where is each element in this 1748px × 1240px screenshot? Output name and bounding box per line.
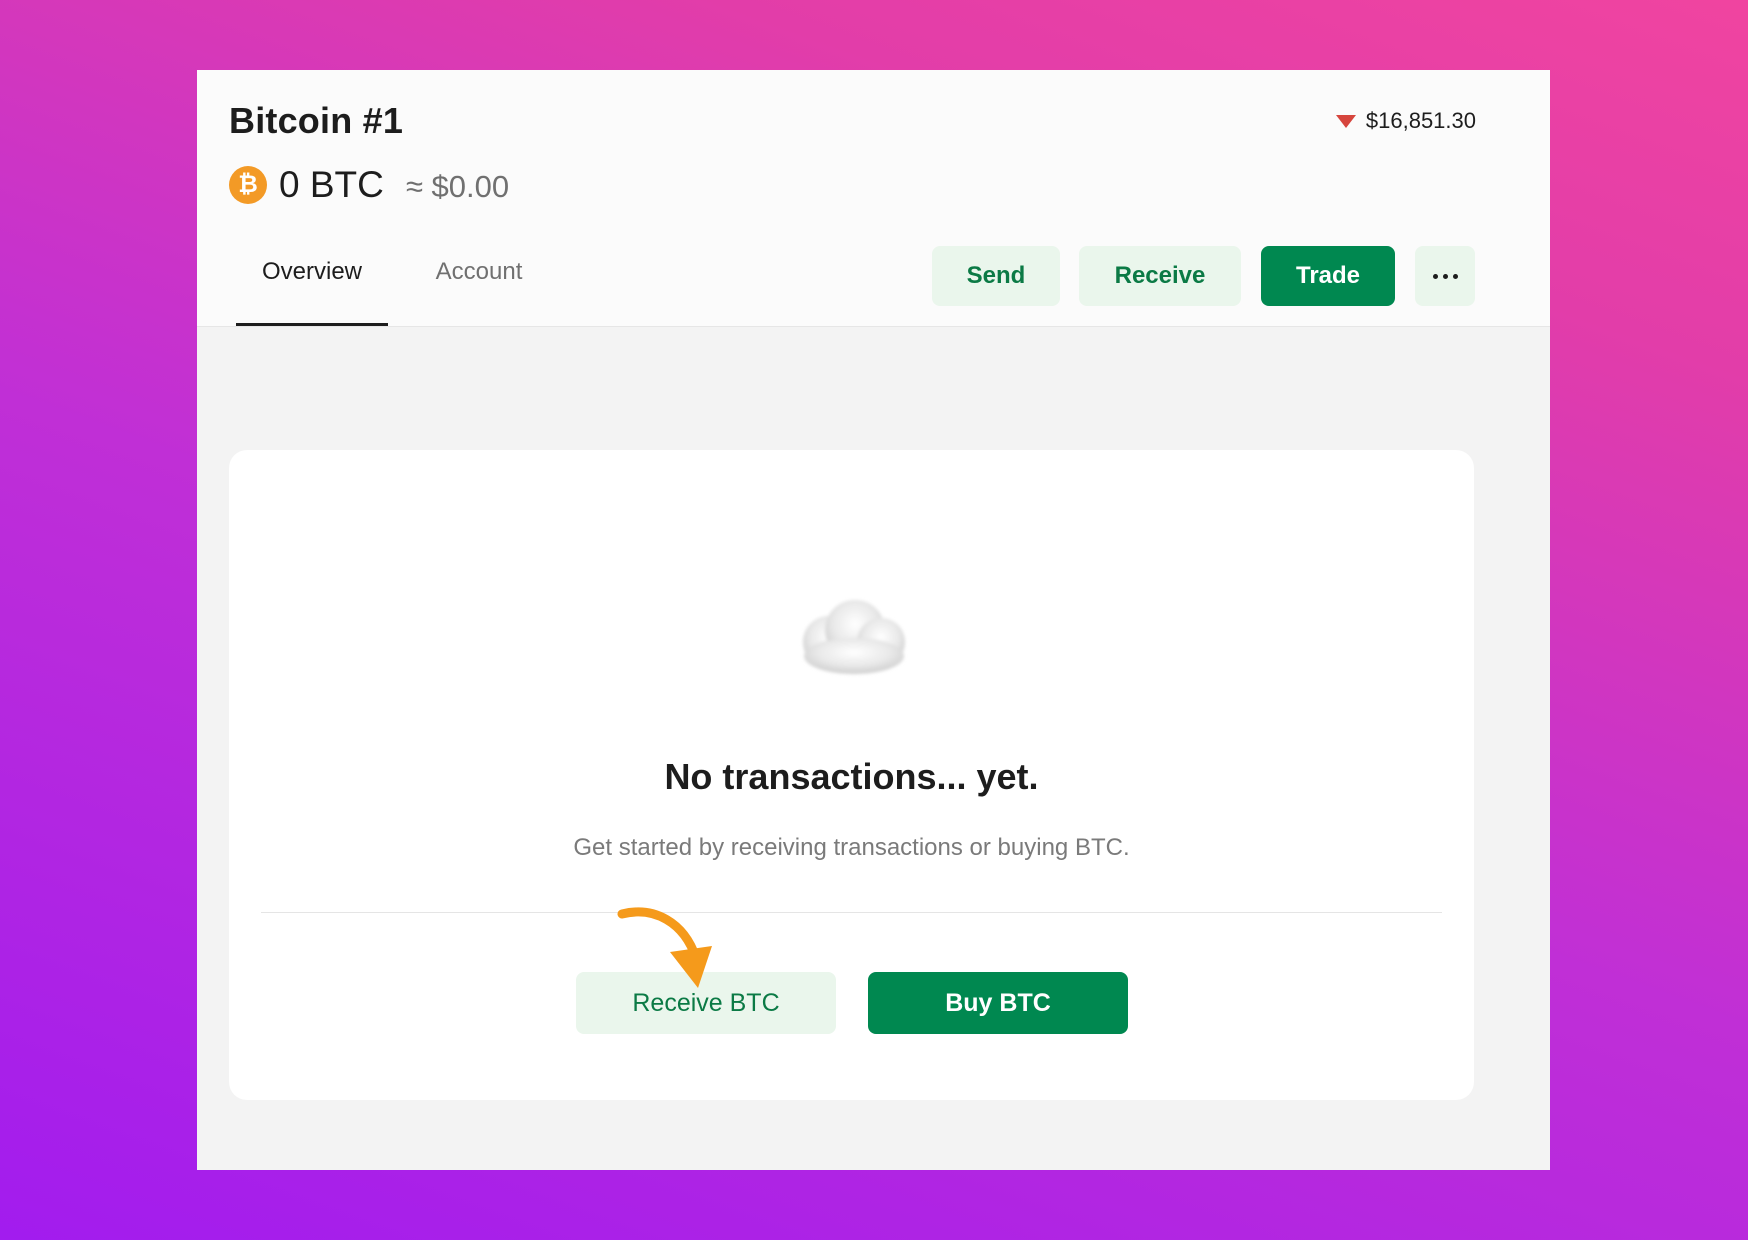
price-value: $16,851.30 [1365,108,1476,133]
tab-bar: Overview Account [236,256,554,326]
balance-fiat: ≈ $0.00 [405,169,510,204]
empty-state-title: No transactions... yet. [664,756,1039,797]
arrow-icon [617,907,712,988]
send-button[interactable]: Send [932,246,1060,306]
cloud-icon [803,600,905,674]
more-horizontal-icon [1432,273,1458,279]
wallet-title: Bitcoin #1 [229,100,404,141]
trade-button[interactable]: Trade [1261,246,1395,306]
balance-btc: 0 BTC [279,164,384,205]
price-ticker: $16,851.30 [1335,108,1476,134]
tab-account[interactable]: Account [404,256,554,326]
tab-overview[interactable]: Overview [236,256,388,326]
balance-row: ₿ 0 BTC ≈ $0.00 [229,164,509,206]
empty-state-subtitle: Get started by receiving transactions or… [573,834,1130,861]
divider [261,912,1442,913]
triangle-down-icon [1335,114,1356,128]
action-bar: Send Receive Trade [932,246,1475,306]
wallet-header: Bitcoin #1 $16,851.30 ₿ 0 BTC ≈ $0.00 Ov… [197,70,1550,327]
bitcoin-icon: ₿ [229,166,267,204]
receive-button[interactable]: Receive [1079,246,1241,306]
wallet-window: Bitcoin #1 $16,851.30 ₿ 0 BTC ≈ $0.00 Ov… [197,70,1550,1170]
more-button[interactable] [1415,246,1475,306]
buy-btc-button[interactable]: Buy BTC [868,972,1128,1034]
transactions-empty-card: No transactions... yet. Get started by r… [229,450,1474,1100]
